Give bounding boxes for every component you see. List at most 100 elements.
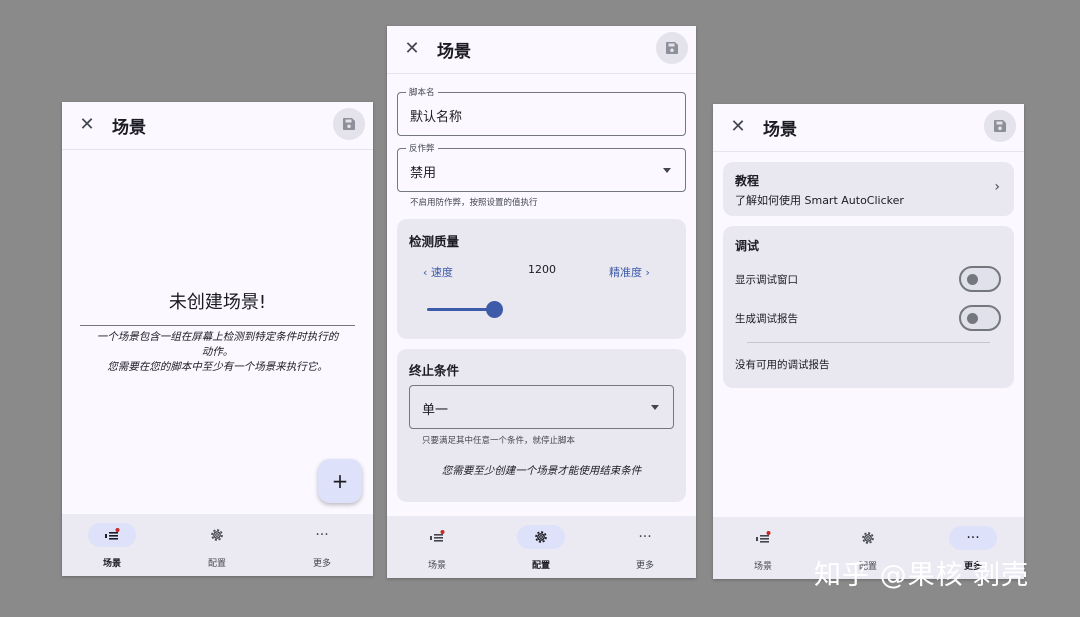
nav-pill: ··· xyxy=(949,526,997,550)
nav-pill: ··· xyxy=(298,523,346,547)
nav-item-more[interactable]: ··· 更多 xyxy=(272,514,372,576)
nav-label: 场景 xyxy=(753,562,772,572)
gear-icon xyxy=(535,531,547,543)
speed-button[interactable]: ‹ 速度 xyxy=(423,264,453,280)
save-button[interactable] xyxy=(656,32,688,64)
end-condition-hint: 只要满足其中任意一个条件，就停止脚本 xyxy=(422,436,576,446)
more-icon: ··· xyxy=(966,530,980,546)
tutorial-subtitle: 了解如何使用 Smart AutoClicker xyxy=(735,194,904,207)
phone-screen-config: ✕ 场景 脚本名 默认名称 反作弊 禁用 不启用防作弊，按照设置的值执行 检测质… xyxy=(387,26,696,578)
nav-pill: ··· xyxy=(621,525,669,549)
nav-pill xyxy=(517,525,565,549)
field-value: 默认名称 xyxy=(410,110,463,125)
bottom-navigation: 场景 配置 ··· 更多 xyxy=(387,516,696,578)
close-icon[interactable]: ✕ xyxy=(727,116,749,138)
detection-quality-card: 检测质量 ‹ 速度 1200 精准度 › xyxy=(397,219,686,339)
page-title: 场景 xyxy=(437,42,471,62)
phone-screen-scenarios: ✕ 场景 未创建场景! 一个场景包含一组在屏幕上检测到特定条件时执行的 动作。 … xyxy=(62,102,373,576)
page-title: 场景 xyxy=(763,120,797,140)
divider xyxy=(747,342,990,343)
scenario-list-icon xyxy=(430,530,445,542)
chevron-right-icon: › xyxy=(994,179,1000,195)
nav-item-config[interactable]: 配置 xyxy=(167,514,267,576)
quality-slider-track[interactable] xyxy=(427,308,492,311)
nav-label: 配置 xyxy=(207,559,226,569)
close-icon[interactable]: ✕ xyxy=(76,114,98,136)
more-icon: ··· xyxy=(638,529,652,545)
save-button[interactable] xyxy=(984,110,1016,142)
empty-desc-line: 一个场景包含一组在屏幕上检测到特定条件时执行的 xyxy=(96,331,339,343)
generate-debug-report-label: 生成调试报告 xyxy=(735,313,798,325)
nav-item-scenarios[interactable]: 场景 xyxy=(62,514,162,576)
debug-card: 调试 显示调试窗口 生成调试报告 没有可用的调试报告 xyxy=(723,226,1014,388)
end-condition-note: 您需要至少创建一个场景才能使用结束条件 xyxy=(441,465,642,477)
empty-desc-line: 您需要在您的脚本中至少有一个场景来执行它。 xyxy=(107,361,328,373)
field-value: 禁用 xyxy=(410,166,437,181)
scenario-list-icon xyxy=(105,528,120,540)
page-title: 场景 xyxy=(112,118,146,138)
nav-item-more[interactable]: ··· 更多 xyxy=(595,516,695,578)
debug-title: 调试 xyxy=(735,239,760,253)
nav-item-config[interactable]: 配置 xyxy=(491,516,591,578)
show-debug-window-toggle[interactable] xyxy=(959,266,1001,292)
card-title: 检测质量 xyxy=(409,234,460,249)
nav-pill xyxy=(739,526,787,550)
nav-pill xyxy=(413,525,461,549)
anti-cheat-dropdown[interactable]: 反作弊 禁用 xyxy=(397,142,686,192)
nav-pill xyxy=(844,526,892,550)
nav-label: 场景 xyxy=(102,559,121,569)
tutorial-title: 教程 xyxy=(735,174,760,188)
empty-state-title: 未创建场景! xyxy=(168,292,267,313)
field-label: 反作弊 xyxy=(406,142,438,154)
scenario-list-icon xyxy=(756,531,771,543)
precision-label: 精准度 xyxy=(609,266,642,279)
phone-screen-more: ✕ 场景 教程 了解如何使用 Smart AutoClicker › 调试 显示… xyxy=(713,104,1024,579)
nav-pill xyxy=(193,523,241,547)
empty-desc-line: 动作。 xyxy=(201,346,234,358)
chevron-right-icon: › xyxy=(642,266,650,279)
script-name-field[interactable]: 脚本名 默认名称 xyxy=(397,86,686,136)
nav-item-scenarios[interactable]: 场景 xyxy=(713,517,813,579)
nav-label: 更多 xyxy=(635,561,654,571)
nav-pill xyxy=(88,523,136,547)
dropdown-arrow-icon xyxy=(651,405,659,410)
add-scenario-button[interactable]: + xyxy=(318,459,362,503)
dropdown-arrow-icon xyxy=(663,168,671,173)
speed-label: 速度 xyxy=(430,266,453,279)
end-condition-card: 终止条件 单一 只要满足其中任意一个条件，就停止脚本 您需要至少创建一个场景才能… xyxy=(397,349,686,502)
top-app-bar: ✕ 场景 xyxy=(387,26,696,74)
more-icon: ··· xyxy=(315,527,329,543)
generate-debug-report-toggle[interactable] xyxy=(959,305,1001,331)
save-icon xyxy=(994,120,1006,132)
anti-cheat-hint: 不启用防作弊，按照设置的值执行 xyxy=(410,198,538,208)
nav-item-scenarios[interactable]: 场景 xyxy=(387,516,487,578)
top-app-bar: ✕ 场景 xyxy=(62,102,373,150)
tutorial-card[interactable]: 教程 了解如何使用 Smart AutoClicker › xyxy=(723,162,1014,216)
watermark: 知乎 @果核 剥壳 xyxy=(814,560,1030,591)
save-icon xyxy=(666,42,678,54)
gear-icon xyxy=(211,529,223,541)
gear-icon xyxy=(862,532,874,544)
toggle-knob xyxy=(967,274,978,285)
bottom-navigation: 场景 配置 ··· 更多 xyxy=(62,514,373,576)
quality-value: 1200 xyxy=(528,263,556,276)
card-title: 终止条件 xyxy=(409,363,460,378)
quality-slider-thumb[interactable] xyxy=(486,301,503,318)
toggle-knob xyxy=(967,313,978,324)
field-value: 单一 xyxy=(422,403,449,418)
save-button[interactable] xyxy=(333,108,365,140)
show-debug-window-label: 显示调试窗口 xyxy=(735,274,798,286)
no-report-text: 没有可用的调试报告 xyxy=(735,359,830,371)
field-label: 脚本名 xyxy=(406,86,438,98)
close-icon[interactable]: ✕ xyxy=(401,38,423,60)
divider xyxy=(80,325,355,326)
nav-label: 场景 xyxy=(427,561,446,571)
chevron-left-icon: ‹ xyxy=(423,266,431,279)
end-condition-dropdown[interactable]: 单一 xyxy=(409,385,674,429)
top-app-bar: ✕ 场景 xyxy=(713,104,1024,152)
nav-label: 更多 xyxy=(312,559,331,569)
nav-label: 配置 xyxy=(531,561,550,571)
save-icon xyxy=(343,118,355,130)
precision-button[interactable]: 精准度 › xyxy=(609,264,650,280)
empty-state-description: 一个场景包含一组在屏幕上检测到特定条件时执行的 动作。 您需要在您的脚本中至少有… xyxy=(76,330,359,375)
